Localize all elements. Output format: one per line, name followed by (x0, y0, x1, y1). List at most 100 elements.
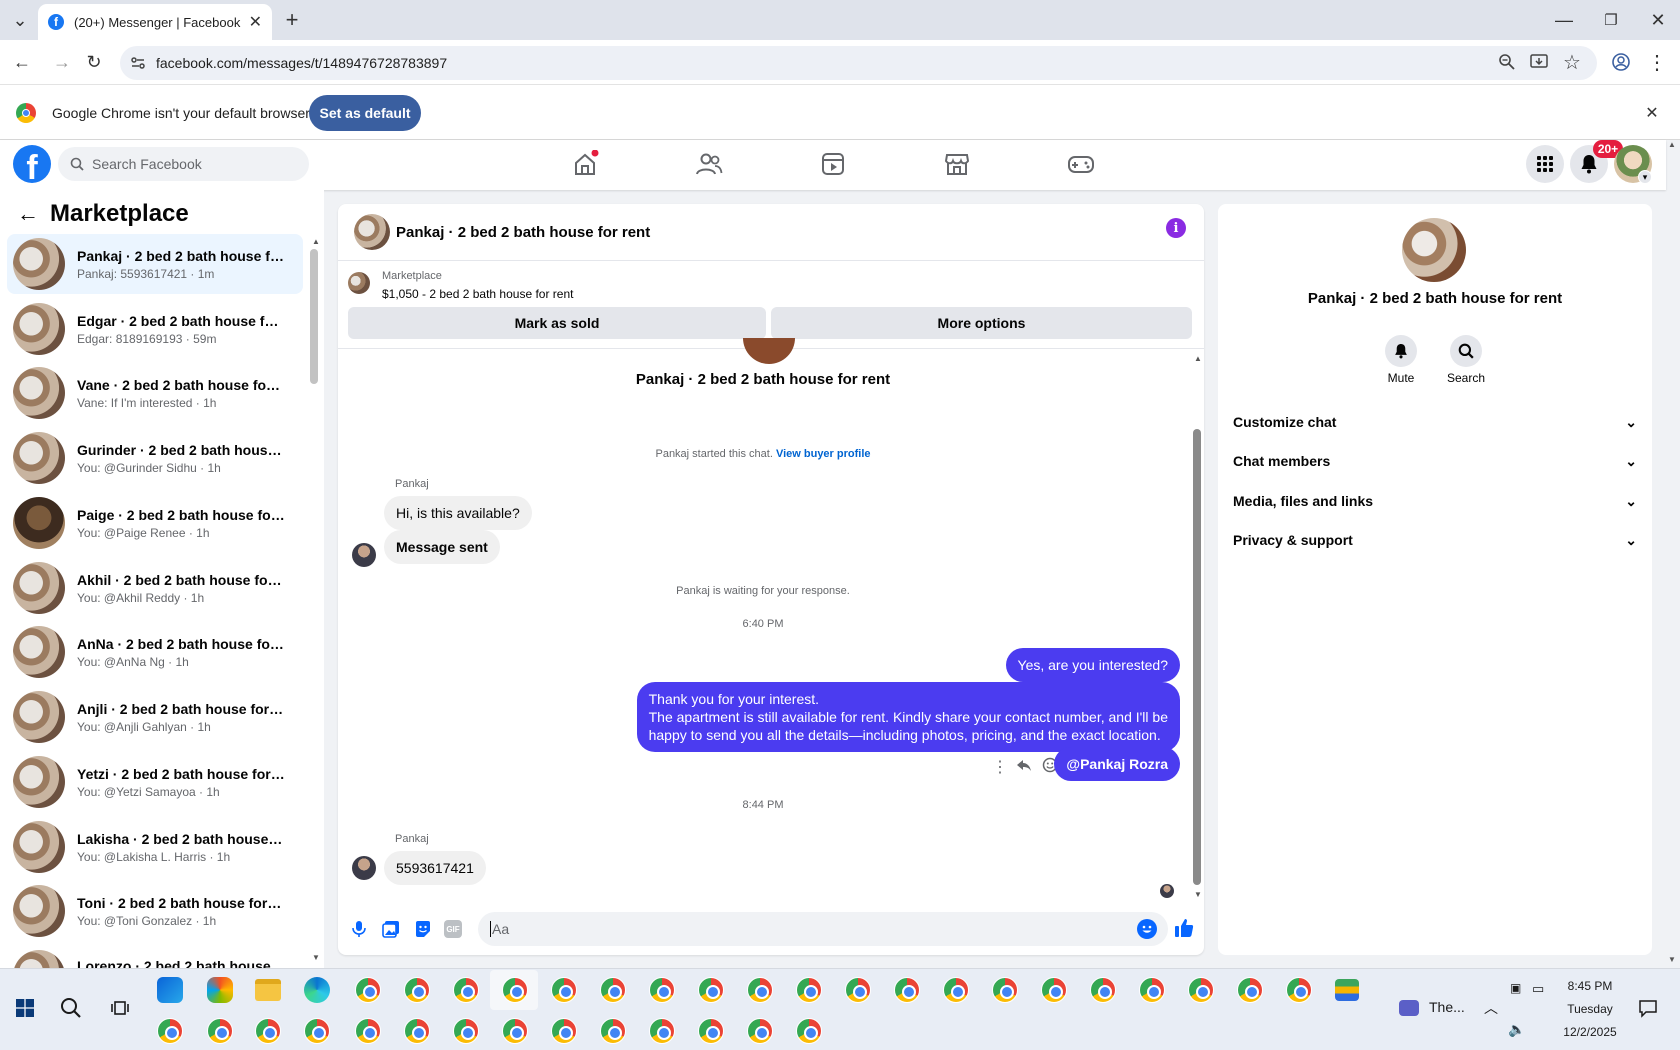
chrome-taskbar-icon[interactable] (551, 977, 577, 1003)
video-nav-icon[interactable] (818, 150, 848, 178)
chrome-taskbar-icon[interactable] (355, 1018, 381, 1044)
chrome-taskbar-icon[interactable] (157, 1018, 183, 1044)
set-as-default-button[interactable]: Set as default (309, 95, 421, 131)
chrome-taskbar-icon[interactable] (1188, 977, 1214, 1003)
chat-avatar[interactable] (354, 214, 390, 250)
outgoing-message[interactable]: Thank you for your interest. The apartme… (636, 682, 1180, 752)
customize-chat-section[interactable]: Customize chat ⌄ (1233, 414, 1637, 431)
chrome-taskbar-icon[interactable] (453, 1018, 479, 1044)
chrome-taskbar-icon[interactable] (404, 977, 430, 1003)
page-scroll-up-icon[interactable]: ▲ (1668, 140, 1676, 149)
close-window-icon[interactable]: ✕ (1644, 6, 1672, 34)
facebook-logo-icon[interactable]: f (13, 145, 51, 183)
site-settings-icon[interactable] (130, 55, 146, 71)
taskbar-search-icon[interactable] (60, 997, 82, 1019)
tray-display-icon[interactable]: ▭ (1532, 981, 1544, 997)
chrome-taskbar-icon[interactable] (255, 1018, 281, 1044)
facebook-search-input[interactable]: Search Facebook (58, 147, 309, 181)
outlook-icon[interactable] (157, 977, 183, 1003)
menu-grid-button[interactable] (1526, 145, 1564, 183)
marketplace-nav-icon[interactable] (942, 150, 972, 178)
back-icon[interactable]: ← (10, 50, 34, 74)
tray-camera-icon[interactable]: ▣ (1510, 981, 1521, 995)
notification-center-icon[interactable] (1638, 998, 1658, 1018)
edge-icon[interactable] (304, 977, 330, 1003)
scroll-up-icon[interactable]: ▲ (312, 237, 320, 246)
pinned-app-label[interactable]: The... (1429, 999, 1465, 1015)
more-options-button[interactable]: More options (771, 307, 1192, 339)
friends-nav-icon[interactable] (694, 150, 724, 178)
info-icon[interactable]: i (1166, 218, 1186, 238)
privacy-support-section[interactable]: Privacy & support ⌄ (1233, 532, 1637, 549)
scroll-down-icon[interactable]: ▼ (312, 953, 320, 962)
conversation-item[interactable]: Akhil · 2 bed 2 bath house for re... You:… (7, 558, 303, 618)
stacked-app-icon[interactable] (1335, 979, 1359, 1001)
conversation-scrollbar[interactable] (310, 249, 318, 384)
chrome-taskbar-icon[interactable] (1139, 977, 1165, 1003)
emoji-icon[interactable] (1137, 919, 1157, 939)
incoming-message[interactable]: Message sent (384, 530, 500, 564)
chrome-taskbar-icon[interactable] (502, 977, 528, 1003)
conversation-item[interactable]: Lakisha · 2 bed 2 bath house for... You: … (7, 817, 303, 877)
search-in-chat-button[interactable] (1450, 335, 1482, 367)
page-scroll-down-icon[interactable]: ▼ (1668, 955, 1676, 964)
conversation-item[interactable]: Yetzi · 2 bed 2 bath house for rent You: … (7, 752, 303, 812)
media-files-links-section[interactable]: Media, files and links ⌄ (1233, 493, 1637, 510)
view-buyer-profile-link[interactable]: View buyer profile (776, 448, 871, 460)
chrome-taskbar-icon[interactable] (943, 977, 969, 1003)
chrome-taskbar-icon[interactable] (600, 977, 626, 1003)
forward-icon[interactable]: → (50, 50, 74, 74)
chrome-taskbar-icon[interactable] (698, 1018, 724, 1044)
chrome-taskbar-icon[interactable] (453, 977, 479, 1003)
chrome-taskbar-icon[interactable] (796, 1018, 822, 1044)
details-avatar[interactable] (1402, 218, 1466, 282)
scroll-up-icon[interactable]: ▲ (1194, 354, 1202, 363)
conversation-item[interactable]: Anjli · 2 bed 2 bath house for rent You: … (7, 687, 303, 747)
chrome-taskbar-icon[interactable] (649, 977, 675, 1003)
chrome-taskbar-icon[interactable] (207, 1018, 233, 1044)
copilot-icon[interactable] (207, 977, 233, 1003)
photo-icon[interactable] (382, 920, 400, 938)
chrome-taskbar-icon[interactable] (1090, 977, 1116, 1003)
show-hidden-icons-icon[interactable]: ︿ (1484, 998, 1498, 1018)
chrome-taskbar-icon[interactable] (404, 1018, 430, 1044)
mark-as-sold-button[interactable]: Mark as sold (348, 307, 766, 339)
chrome-taskbar-icon[interactable] (992, 977, 1018, 1003)
back-arrow-icon[interactable]: ← (16, 201, 40, 226)
conversation-item[interactable]: Gurinder · 2 bed 2 bath house f... You: @… (7, 428, 303, 488)
windows-start-icon[interactable] (16, 999, 34, 1017)
install-app-icon[interactable] (1530, 53, 1548, 71)
home-nav-icon[interactable] (570, 150, 600, 178)
thumbs-up-icon[interactable] (1174, 918, 1194, 938)
sender-avatar[interactable] (352, 856, 376, 880)
chrome-taskbar-icon[interactable] (1286, 977, 1312, 1003)
chat-members-section[interactable]: Chat members ⌄ (1233, 453, 1637, 470)
reload-icon[interactable]: ↻ (82, 50, 106, 74)
chrome-taskbar-icon[interactable] (796, 977, 822, 1003)
outgoing-mention-message[interactable]: @Pankaj Rozra (1054, 747, 1180, 781)
teams-icon[interactable] (1399, 1000, 1419, 1016)
tab-search-icon[interactable]: ⌄ (8, 8, 32, 32)
chat-scrollbar[interactable] (1193, 429, 1201, 885)
new-tab-icon[interactable]: + (280, 7, 304, 32)
chrome-taskbar-icon[interactable] (845, 977, 871, 1003)
scroll-down-icon[interactable]: ▼ (1194, 890, 1202, 899)
close-tab-icon[interactable]: ✕ (249, 12, 262, 32)
gif-icon[interactable]: GIF (444, 920, 462, 938)
chrome-taskbar-icon[interactable] (747, 1018, 773, 1044)
omnibox[interactable]: facebook.com/messages/t/1489476728783897 (120, 46, 1597, 80)
tab-messenger[interactable]: f (20+) Messenger | Facebook ✕ (38, 4, 272, 40)
zoom-icon[interactable] (1498, 53, 1516, 71)
chrome-taskbar-icon[interactable] (600, 1018, 626, 1044)
reply-icon[interactable] (1016, 757, 1032, 773)
outgoing-message[interactable]: Yes, are you interested? (1005, 648, 1180, 682)
chrome-menu-icon[interactable]: ⋮ (1645, 50, 1669, 74)
task-view-icon[interactable] (110, 998, 130, 1018)
sender-avatar[interactable] (352, 543, 376, 567)
conversation-item[interactable]: Pankaj · 2 bed 2 bath house for ... Panka… (7, 234, 303, 294)
chrome-taskbar-icon[interactable] (1041, 977, 1067, 1003)
close-infobar-icon[interactable]: ✕ (1642, 103, 1662, 123)
clock-time[interactable]: 8:45 PM (1555, 979, 1625, 993)
sticker-icon[interactable] (414, 920, 432, 938)
message-composer-input[interactable]: Aa (478, 912, 1168, 946)
